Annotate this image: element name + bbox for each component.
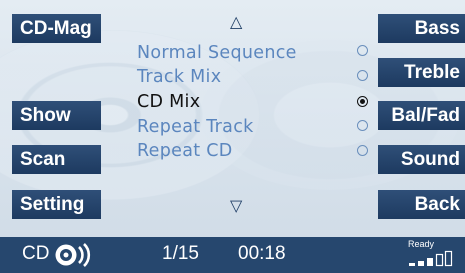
setting-button[interactable]: Setting [12, 190, 101, 219]
signal-level-icon [409, 250, 453, 267]
sound-button[interactable]: Sound [378, 145, 465, 174]
back-button[interactable]: Back [378, 190, 465, 219]
cd-mag-button[interactable]: CD-Mag [12, 14, 101, 43]
treble-button[interactable]: Treble [378, 58, 465, 87]
bass-button[interactable]: Bass [378, 14, 465, 43]
radio-repeat-cd[interactable] [357, 145, 368, 156]
track-number: 1/15 [162, 243, 199, 264]
menu-item-repeat-cd[interactable]: Repeat CD [137, 141, 233, 161]
radio-track-mix[interactable] [357, 70, 368, 81]
cd-disc-icon [55, 243, 91, 267]
menu-item-normal-sequence[interactable]: Normal Sequence [137, 43, 297, 63]
menu-item-cd-mix[interactable]: CD Mix [137, 92, 200, 112]
cd-player-screen: CD-Mag Show Scan Setting Bass Treble Bal… [0, 0, 465, 273]
menu-item-track-mix[interactable]: Track Mix [137, 67, 221, 87]
scroll-down-icon[interactable]: ▽ [230, 196, 242, 215]
scan-button[interactable]: Scan [12, 145, 101, 174]
playback-time: 00:18 [238, 243, 286, 264]
radio-repeat-track[interactable] [357, 120, 368, 131]
source-label: CD [22, 243, 50, 264]
ready-label: Ready [408, 239, 435, 249]
scroll-up-icon[interactable]: △ [230, 12, 242, 31]
bal-fad-button[interactable]: Bal/Fad [378, 101, 465, 130]
radio-cd-mix[interactable] [357, 96, 368, 107]
status-bar: CD 1/15 00:18 Ready [0, 237, 465, 273]
menu-item-repeat-track[interactable]: Repeat Track [137, 117, 254, 137]
radio-normal-sequence[interactable] [357, 45, 368, 56]
show-button[interactable]: Show [12, 101, 101, 130]
